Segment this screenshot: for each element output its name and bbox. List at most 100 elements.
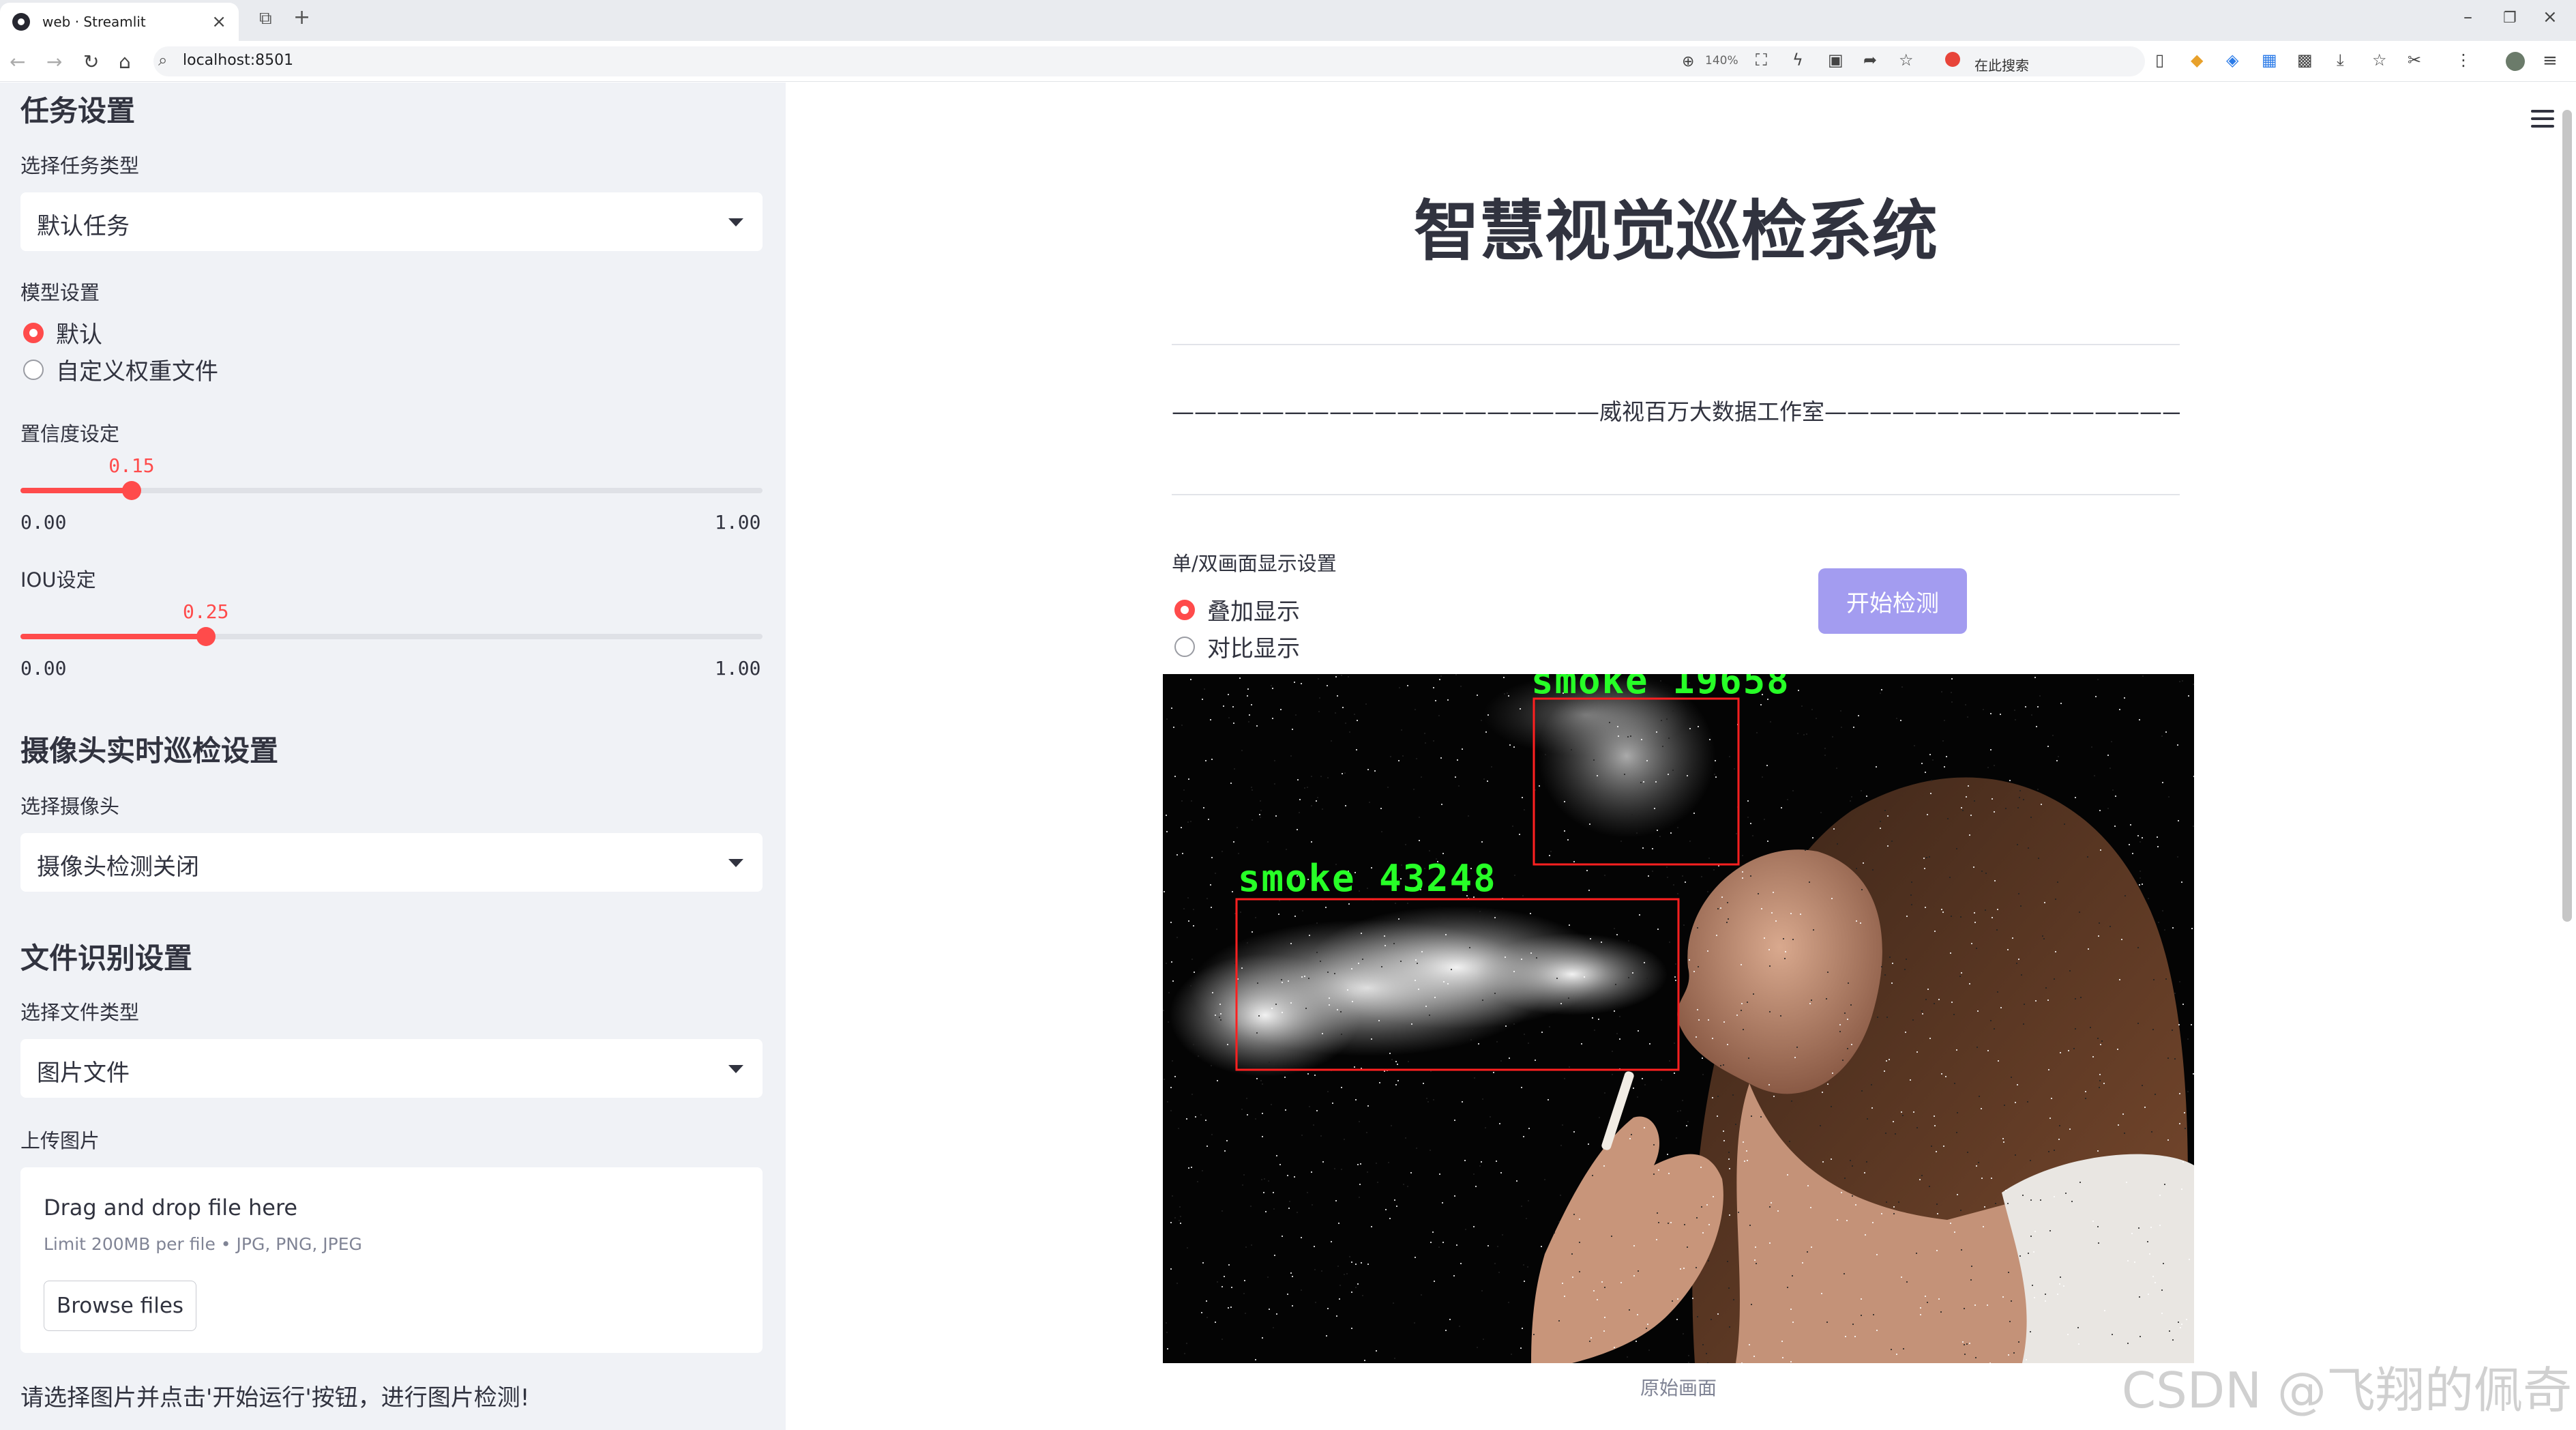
extension-icon[interactable]: ▩ (2297, 50, 2313, 70)
confidence-min: 0.00 (20, 511, 67, 534)
extension-icon[interactable]: ▦ (2262, 50, 2277, 70)
display-settings-label: 单/双画面显示设置 (1172, 552, 1337, 575)
model-radio-custom[interactable]: 自定义权重文件 (23, 353, 218, 386)
translate-icon[interactable]: ⛶ (1756, 50, 1767, 70)
reload-icon[interactable]: ↻ (83, 50, 99, 73)
restore-icon[interactable]: ❐ (2503, 10, 2517, 27)
dropzone-title: Drag and drop file here (44, 1195, 298, 1221)
task-type-value: 默认任务 (37, 213, 130, 240)
task-settings-heading: 任务设置 (20, 94, 136, 128)
iou-min: 0.00 (20, 657, 67, 680)
camera-select[interactable]: 摄像头检测关闭 (20, 833, 763, 892)
back-icon[interactable]: ← (10, 50, 25, 73)
more-menu-icon[interactable]: ⋮ (2455, 50, 2472, 70)
chevron-down-icon (728, 859, 743, 867)
file-settings-heading: 文件识别设置 (20, 942, 193, 975)
streamlit-favicon-icon (12, 13, 30, 31)
display-option-label: 叠加显示 (1207, 598, 1300, 626)
favorites-icon[interactable]: ☆ (2372, 50, 2387, 70)
confidence-value: 0.15 (108, 454, 155, 477)
browser-tab[interactable]: web · Streamlit × (0, 3, 239, 41)
minimize-icon[interactable]: – (2463, 7, 2472, 27)
home-icon[interactable]: ⌂ (119, 50, 131, 73)
browser-nav-bar: ← → ↻ ⌂ ⌕ localhost:8501 ⊕ 140% ⛶ ϟ ▣ ➦ … (0, 41, 2576, 82)
phone-icon[interactable]: ▯ (2155, 50, 2164, 70)
bbox-label: smoke 19658 (1531, 674, 1790, 702)
close-window-icon[interactable]: × (2543, 7, 2558, 27)
upload-label: 上传图片 (20, 1129, 100, 1152)
bbox-label: smoke 43248 (1238, 857, 1497, 900)
confidence-slider[interactable] (20, 481, 763, 500)
smoking-scene-image (1163, 674, 2194, 1363)
studio-banner: ———————————————————威视百万大数据工作室———————————… (1172, 398, 2180, 425)
file-type-select[interactable]: 图片文件 (20, 1039, 763, 1098)
camera-settings-heading: 摄像头实时巡检设置 (20, 734, 279, 768)
model-option-label: 默认 (56, 321, 102, 349)
divider (1172, 344, 2180, 345)
start-detection-button[interactable]: 开始检测 (1818, 568, 1967, 634)
search-engine-icon[interactable] (1945, 52, 1960, 67)
iou-label: IOU设定 (20, 568, 96, 592)
site-info-icon[interactable]: ⌕ (158, 50, 167, 70)
iou-slider[interactable] (20, 627, 763, 646)
profile-avatar[interactable] (2506, 52, 2525, 71)
lightning-icon[interactable]: ϟ (1792, 50, 1803, 70)
display-radio-compare[interactable]: 对比显示 (1174, 630, 1300, 663)
chevron-down-icon (728, 1065, 743, 1073)
dropzone-limit: Limit 200MB per file • JPG, PNG, JPEG (44, 1234, 362, 1254)
tab-groups-icon[interactable]: ⧉ (259, 8, 272, 29)
close-tab-icon[interactable]: × (211, 12, 226, 32)
divider (1172, 494, 2180, 495)
detection-result-image: smoke 19658 smoke 43248 (1163, 674, 2194, 1363)
search-placeholder[interactable]: 在此搜索 (1974, 55, 2029, 74)
radio-selected-icon[interactable] (23, 322, 44, 343)
forward-icon[interactable]: → (46, 50, 62, 73)
file-type-value: 图片文件 (37, 1060, 130, 1087)
scrollbar[interactable] (2562, 110, 2572, 922)
camera-select-value: 摄像头检测关闭 (37, 853, 199, 881)
task-type-select[interactable]: 默认任务 (20, 192, 763, 251)
main-content: 智慧视觉巡检系统 ———————————————————威视百万大数据工作室——… (786, 83, 2576, 1430)
confidence-slider-fill (20, 488, 132, 493)
radio-unselected-icon[interactable] (1174, 636, 1195, 657)
new-tab-icon[interactable]: + (293, 5, 310, 29)
camera-select-label: 选择摄像头 (20, 795, 120, 818)
display-option-label: 对比显示 (1207, 635, 1300, 662)
sidebar: 任务设置 选择任务类型 默认任务 模型设置 默认 自定义权重文件 置信度设定 0… (0, 83, 786, 1430)
extension-icon[interactable]: ◆ (2191, 50, 2203, 70)
confidence-label: 置信度设定 (20, 422, 120, 446)
browser-menu-icon[interactable]: ≡ (2543, 50, 2558, 71)
cut-icon[interactable]: ✂ (2408, 50, 2421, 70)
radio-unselected-icon[interactable] (23, 359, 44, 380)
iou-slider-thumb[interactable] (196, 627, 216, 646)
model-option-label: 自定义权重文件 (56, 358, 218, 385)
address-bar[interactable] (153, 46, 2145, 76)
zoom-icon[interactable]: ⊕ (1682, 53, 1694, 70)
browse-files-button[interactable]: Browse files (44, 1281, 196, 1331)
csdn-watermark: CSDN @飞翔的佩奇 (2121, 1362, 2572, 1419)
display-radio-overlay[interactable]: 叠加显示 (1174, 593, 1300, 626)
chevron-down-icon (728, 218, 743, 227)
image-caption: 原始画面 (1640, 1377, 1717, 1399)
sidebar-instruction: 请选择图片并点击'开始运行'按钮，进行图片检测! (20, 1384, 530, 1412)
model-radio-default[interactable]: 默认 (23, 316, 102, 349)
confidence-slider-thumb[interactable] (122, 481, 142, 500)
iou-slider-fill (20, 634, 206, 639)
hamburger-menu-icon[interactable] (2531, 110, 2554, 128)
screenshot-icon[interactable]: ▣ (1828, 50, 1844, 70)
tab-title: web · Streamlit (42, 14, 146, 30)
iou-max: 1.00 (715, 657, 761, 680)
extension-icon[interactable]: ◈ (2226, 50, 2238, 70)
url-text[interactable]: localhost:8501 (183, 52, 293, 69)
confidence-max: 1.00 (715, 511, 761, 534)
share-icon[interactable]: ➦ (1863, 50, 1877, 70)
bookmark-star-icon[interactable]: ☆ (1899, 50, 1914, 70)
page-title: 智慧视觉巡检系统 (1414, 193, 1938, 269)
download-icon[interactable]: ⤓ (2337, 50, 2344, 70)
file-dropzone[interactable]: Drag and drop file here Limit 200MB per … (20, 1167, 763, 1353)
radio-selected-icon[interactable] (1174, 599, 1195, 620)
browser-search-box[interactable] (1937, 49, 2135, 75)
file-type-label: 选择文件类型 (20, 1001, 140, 1024)
zoom-level[interactable]: 140% (1705, 54, 1738, 68)
browser-tab-bar: web · Streamlit × ⧉ + – ❐ × (0, 0, 2576, 41)
